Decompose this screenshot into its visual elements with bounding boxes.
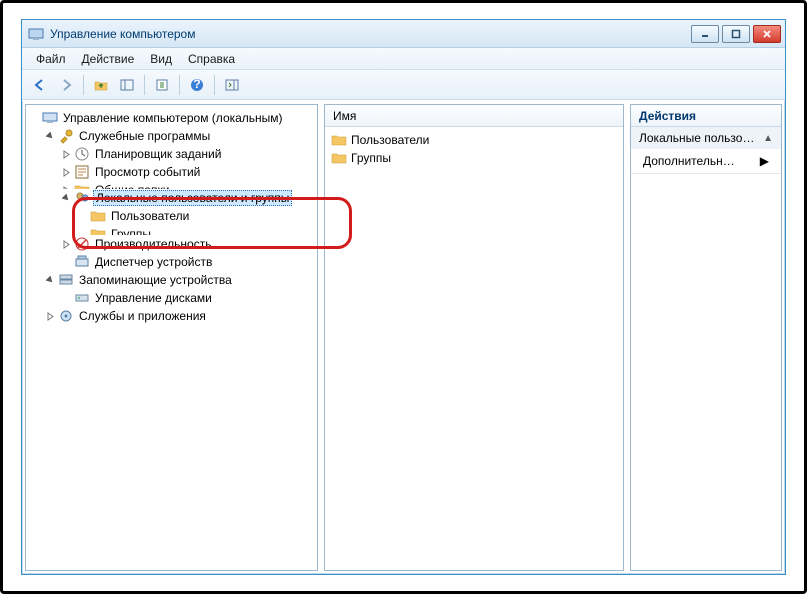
titlebar: Управление компьютером — [22, 20, 785, 48]
window-title: Управление компьютером — [50, 27, 691, 41]
actions-more-link[interactable]: Дополнительн… ▶ — [631, 149, 781, 173]
menu-view[interactable]: Вид — [142, 50, 180, 68]
tree-label: Служебные программы — [77, 129, 212, 143]
maximize-button[interactable] — [722, 25, 750, 43]
list-pane: Имя Пользователи Группы — [324, 104, 624, 571]
expander-icon[interactable] — [28, 112, 40, 124]
show-hide-tree-button[interactable] — [115, 73, 139, 97]
expand-icon[interactable] — [60, 148, 72, 160]
tree-label: Запоминающие устройства — [77, 273, 234, 287]
collapse-icon[interactable] — [44, 130, 56, 142]
tree-services[interactable]: Службы и приложения — [44, 307, 315, 325]
tree-local-users-groups[interactable]: Локальные пользователи и группы — [60, 189, 315, 207]
tree-label: Группы — [109, 227, 153, 235]
menu-file[interactable]: Файл — [28, 50, 74, 68]
performance-icon — [74, 236, 90, 252]
help-button[interactable]: ? — [185, 73, 209, 97]
tree-scheduler[interactable]: Планировщик заданий — [60, 145, 315, 163]
expand-icon[interactable] — [60, 238, 72, 250]
app-icon — [28, 26, 44, 42]
tree-groups[interactable]: Группы — [76, 225, 315, 235]
tree-label: Общие папки — [93, 183, 171, 189]
expand-icon[interactable] — [60, 184, 72, 189]
tree-performance[interactable]: Производительность — [60, 235, 315, 253]
show-hide-action-pane-button[interactable] — [220, 73, 244, 97]
tree-label: Планировщик заданий — [93, 147, 223, 161]
storage-icon — [58, 272, 74, 288]
actions-section-title[interactable]: Локальные пользо… ▲ — [631, 127, 781, 149]
tree-label: Просмотр событий — [93, 165, 202, 179]
svg-text:?: ? — [193, 78, 200, 91]
minimize-button[interactable] — [691, 25, 719, 43]
actions-more-label: Дополнительн… — [643, 154, 735, 168]
tree-eventviewer[interactable]: Просмотр событий — [60, 163, 315, 181]
toolbar-separator — [214, 75, 215, 95]
toolbar-separator — [144, 75, 145, 95]
tree-label: Диспетчер устройств — [93, 255, 214, 269]
tree-label: Управление дисками — [93, 291, 214, 305]
tree-root[interactable]: Управление компьютером (локальным) — [28, 109, 315, 127]
expand-icon[interactable] — [60, 166, 72, 178]
computer-management-window: Управление компьютером Файл Действие Вид… — [21, 19, 786, 575]
tree-storage[interactable]: Запоминающие устройства — [44, 271, 315, 289]
event-icon — [74, 164, 90, 180]
device-manager-icon — [74, 254, 90, 270]
tree-label: Пользователи — [109, 209, 191, 223]
disk-icon — [74, 290, 90, 306]
toolbar-separator — [83, 75, 84, 95]
list-item-users[interactable]: Пользователи — [331, 131, 617, 149]
actions-header: Действия — [631, 105, 781, 127]
content-area: Управление компьютером (локальным) Служе… — [22, 100, 785, 574]
list-item-groups[interactable]: Группы — [331, 149, 617, 167]
folder-icon — [90, 226, 106, 235]
window-buttons — [691, 25, 781, 43]
menu-action[interactable]: Действие — [74, 50, 143, 68]
chevron-right-icon: ▶ — [760, 154, 769, 168]
list-item-label: Пользователи — [351, 133, 429, 147]
actions-section-label: Локальные пользо… — [639, 131, 754, 145]
collapse-icon[interactable] — [44, 274, 56, 286]
clock-icon — [74, 146, 90, 162]
tree-utilities[interactable]: Служебные программы — [44, 127, 315, 145]
services-icon — [58, 308, 74, 324]
column-header-name[interactable]: Имя — [325, 105, 623, 127]
menu-help[interactable]: Справка — [180, 50, 243, 68]
refresh-button[interactable] — [150, 73, 174, 97]
toolbar-separator — [179, 75, 180, 95]
list-item-label: Группы — [351, 151, 391, 165]
chevron-up-icon: ▲ — [763, 133, 773, 144]
collapse-icon[interactable] — [60, 192, 72, 204]
computer-icon — [42, 110, 58, 126]
folder-icon — [331, 150, 347, 166]
forward-button[interactable] — [54, 73, 78, 97]
tree-label: Управление компьютером (локальным) — [61, 111, 285, 125]
shared-folder-icon — [74, 182, 90, 189]
close-button[interactable] — [753, 25, 781, 43]
tree-shared[interactable]: Общие папки — [60, 181, 315, 189]
back-button[interactable] — [28, 73, 52, 97]
tree-label: Локальные пользователи и группы — [93, 190, 292, 206]
tree-pane: Управление компьютером (локальным) Служе… — [25, 104, 318, 571]
menubar: Файл Действие Вид Справка — [22, 48, 785, 70]
actions-pane: Действия Локальные пользо… ▲ Дополнитель… — [630, 104, 782, 571]
expand-icon[interactable] — [44, 310, 56, 322]
users-groups-icon — [74, 190, 90, 206]
tree-label: Производительность — [93, 237, 213, 251]
toolbar: ? — [22, 70, 785, 100]
tree-label: Службы и приложения — [77, 309, 208, 323]
tree-disk-management[interactable]: Управление дисками — [60, 289, 315, 307]
folder-icon — [90, 208, 106, 224]
up-button[interactable] — [89, 73, 113, 97]
tree-users[interactable]: Пользователи — [76, 207, 315, 225]
folder-icon — [331, 132, 347, 148]
tools-icon — [58, 128, 74, 144]
tree-device-manager[interactable]: Диспетчер устройств — [60, 253, 315, 271]
